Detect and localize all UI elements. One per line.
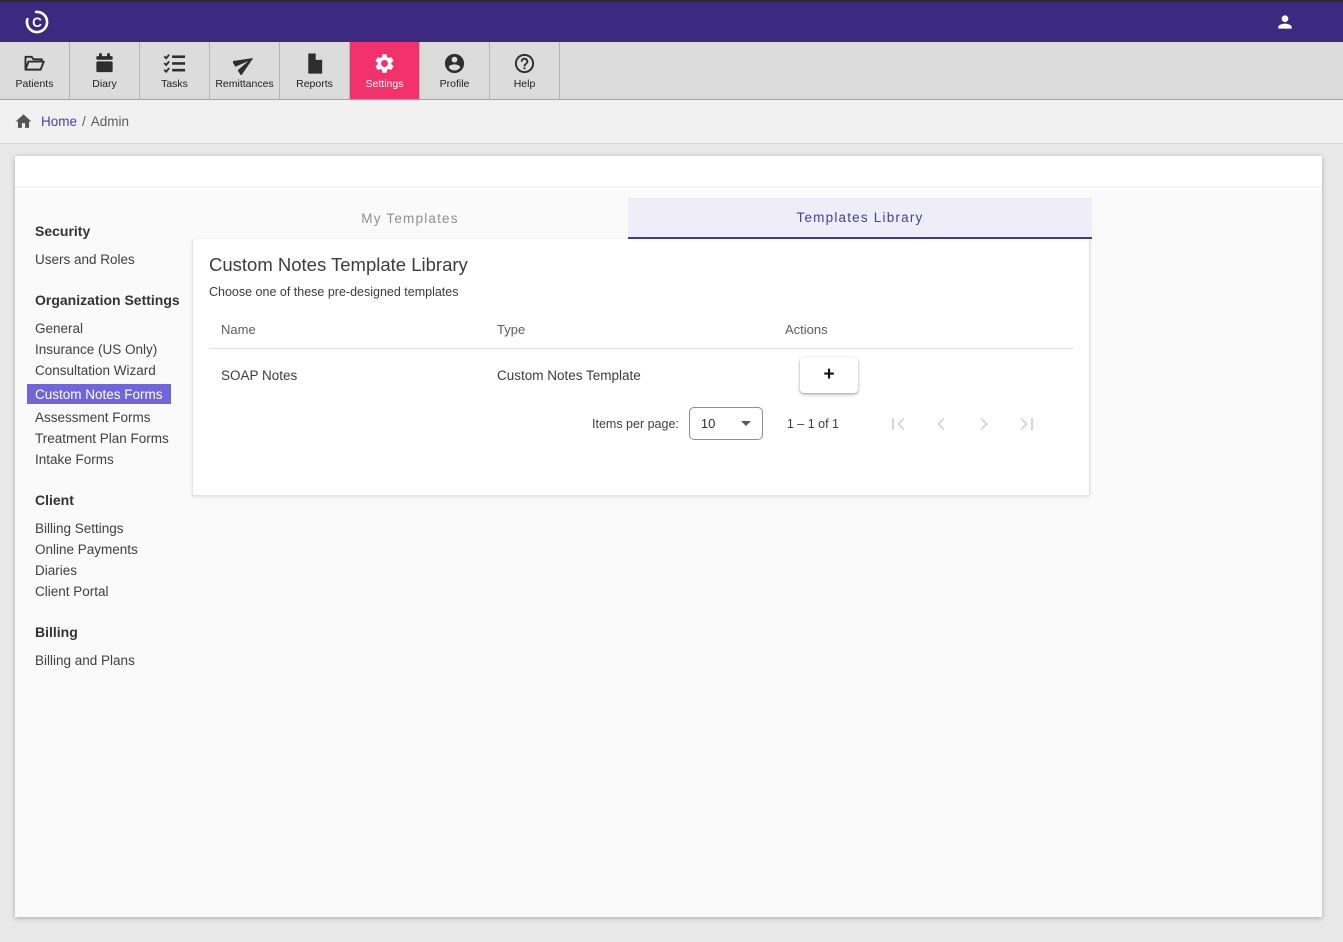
toolbar-item-remittances[interactable]: Remittances bbox=[210, 42, 280, 99]
sidebar-section-header: Security bbox=[35, 223, 192, 239]
app-navbar: C bbox=[0, 2, 1343, 42]
sidebar-item-assessment-forms[interactable]: Assessment Forms bbox=[35, 407, 192, 428]
toolbar-label: Tasks bbox=[161, 78, 188, 90]
user-account-icon[interactable] bbox=[1275, 12, 1295, 32]
paginator: Items per page: 10 1 – 1 of 1 bbox=[209, 407, 1073, 440]
toolbar-item-diary[interactable]: Diary bbox=[70, 42, 140, 99]
sidebar-section-security: Security Users and Roles bbox=[35, 223, 192, 270]
toolbar-label: Settings bbox=[366, 78, 404, 90]
sidebar-section-client: Client Billing Settings Online Payments … bbox=[35, 492, 192, 602]
card-subtitle: Choose one of these pre-designed templat… bbox=[209, 285, 1073, 299]
row-type-cell: Custom Notes Template bbox=[497, 368, 785, 383]
main-toolbar: Patients Diary Tasks Remittances bbox=[0, 42, 1343, 100]
breadcrumb-separator: / bbox=[82, 114, 86, 129]
brand-c-logo-icon[interactable]: C bbox=[24, 9, 50, 35]
svg-text:C: C bbox=[32, 15, 42, 30]
paper-plane-icon bbox=[233, 52, 256, 75]
items-per-page-value: 10 bbox=[701, 416, 715, 431]
last-page-button[interactable] bbox=[1015, 412, 1039, 436]
sidebar-item-billing-settings[interactable]: Billing Settings bbox=[35, 518, 192, 539]
toolbar-item-reports[interactable]: Reports bbox=[280, 42, 350, 99]
chevron-right-icon bbox=[972, 412, 996, 436]
next-page-button[interactable] bbox=[972, 412, 996, 436]
sidebar-item-consultation-wizard[interactable]: Consultation Wizard bbox=[35, 360, 192, 381]
settings-panel: Security Users and Roles Organization Se… bbox=[15, 156, 1322, 917]
folder-open-icon bbox=[23, 52, 46, 75]
toolbar-label: Reports bbox=[296, 78, 333, 90]
sidebar-section-header: Client bbox=[35, 492, 192, 508]
items-per-page-select[interactable]: 10 bbox=[689, 407, 763, 440]
gear-icon bbox=[373, 52, 396, 75]
toolbar-item-help[interactable]: Help bbox=[490, 42, 560, 99]
tab-templates-library[interactable]: Templates Library bbox=[628, 198, 1092, 239]
first-page-icon bbox=[886, 412, 910, 436]
chevron-left-icon bbox=[929, 412, 953, 436]
page-background: Security Users and Roles Organization Se… bbox=[0, 156, 1343, 942]
toolbar-item-settings[interactable]: Settings bbox=[350, 42, 420, 99]
column-header-actions: Actions bbox=[785, 322, 1073, 337]
sidebar-section-header: Organization Settings bbox=[35, 292, 192, 308]
sidebar-item-custom-notes-forms[interactable]: Custom Notes Forms bbox=[35, 381, 192, 407]
paginator-range-label: 1 – 1 of 1 bbox=[787, 417, 839, 431]
home-icon[interactable] bbox=[14, 112, 33, 131]
sidebar-section-header: Billing bbox=[35, 624, 192, 640]
breadcrumb-current: Admin bbox=[91, 114, 129, 129]
sidebar-section-billing: Billing Billing and Plans bbox=[35, 624, 192, 671]
sidebar-item-treatment-plan-forms[interactable]: Treatment Plan Forms bbox=[35, 428, 192, 449]
breadcrumb-home-link[interactable]: Home bbox=[41, 114, 77, 129]
breadcrumb: Home / Admin bbox=[0, 100, 1343, 144]
sidebar-item-users-and-roles[interactable]: Users and Roles bbox=[35, 249, 192, 270]
templates-table: Name Type Actions SOAP Notes Custom Note… bbox=[209, 311, 1073, 401]
toolbar-label: Patients bbox=[16, 78, 54, 90]
toolbar-label: Diary bbox=[92, 78, 117, 90]
panel-header-strip bbox=[15, 156, 1322, 187]
question-circle-icon bbox=[513, 52, 536, 75]
sidebar-item-general[interactable]: General bbox=[35, 318, 192, 339]
card-title: Custom Notes Template Library bbox=[209, 254, 1073, 276]
calendar-icon bbox=[93, 52, 116, 75]
templates-main-column: My Templates Templates Library Custom No… bbox=[192, 187, 1092, 693]
sidebar-item-client-portal[interactable]: Client Portal bbox=[35, 581, 192, 602]
toolbar-item-patients[interactable]: Patients bbox=[0, 42, 70, 99]
last-page-icon bbox=[1015, 412, 1039, 436]
sidebar-item-billing-and-plans[interactable]: Billing and Plans bbox=[35, 650, 192, 671]
sidebar-item-diaries[interactable]: Diaries bbox=[35, 560, 192, 581]
tab-my-templates[interactable]: My Templates bbox=[192, 198, 628, 239]
add-template-button[interactable]: + bbox=[800, 357, 858, 393]
template-library-card: Custom Notes Template Library Choose one… bbox=[192, 239, 1090, 496]
first-page-button[interactable] bbox=[886, 412, 910, 436]
column-header-name: Name bbox=[209, 322, 497, 337]
toolbar-item-profile[interactable]: Profile bbox=[420, 42, 490, 99]
sidebar-item-intake-forms[interactable]: Intake Forms bbox=[35, 449, 192, 470]
toolbar-label: Remittances bbox=[215, 78, 273, 90]
table-row: SOAP Notes Custom Notes Template + bbox=[209, 349, 1073, 401]
column-header-type: Type bbox=[497, 322, 785, 337]
table-header-row: Name Type Actions bbox=[209, 311, 1073, 349]
person-circle-icon bbox=[443, 52, 466, 75]
templates-tabs: My Templates Templates Library bbox=[192, 198, 1092, 239]
toolbar-label: Profile bbox=[440, 78, 470, 90]
items-per-page-label: Items per page: bbox=[592, 417, 679, 431]
document-icon bbox=[303, 52, 326, 75]
sidebar-item-online-payments[interactable]: Online Payments bbox=[35, 539, 192, 560]
plus-icon: + bbox=[823, 364, 834, 386]
row-name-cell: SOAP Notes bbox=[209, 368, 497, 383]
previous-page-button[interactable] bbox=[929, 412, 953, 436]
chevron-down-icon bbox=[741, 421, 751, 426]
checklist-icon bbox=[163, 52, 186, 75]
settings-sidebar: Security Users and Roles Organization Se… bbox=[15, 187, 192, 693]
toolbar-label: Help bbox=[514, 78, 536, 90]
toolbar-item-tasks[interactable]: Tasks bbox=[140, 42, 210, 99]
sidebar-section-organization-settings: Organization Settings General Insurance … bbox=[35, 292, 192, 470]
sidebar-item-insurance-us-only[interactable]: Insurance (US Only) bbox=[35, 339, 192, 360]
